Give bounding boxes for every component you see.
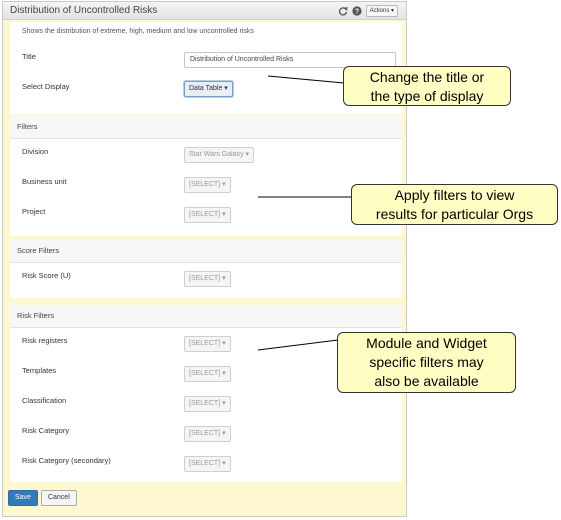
form-footer: Save Cancel [8, 490, 77, 506]
callout-filters-line-2: results for particular Orgs [375, 206, 534, 222]
display-type-dropdown[interactable]: Data Table ▾ [184, 81, 233, 97]
business-unit-dropdown[interactable]: [SELECT] ▾ [184, 177, 231, 193]
refresh-icon[interactable] [338, 6, 348, 16]
risk-score-dropdown[interactable]: [SELECT] ▾ [184, 271, 231, 287]
filters-panel: Filters Division Star Wars Galaxy ▾ Busi… [10, 116, 402, 236]
risk-registers-label: Risk registers [22, 336, 68, 345]
risk-category-secondary-dropdown[interactable]: [SELECT] ▾ [184, 456, 231, 472]
risk-category-secondary-label: Risk Category (secondary) [22, 456, 111, 465]
division-dropdown[interactable]: Star Wars Galaxy ▾ [184, 147, 255, 163]
classification-dropdown[interactable]: [SELECT] ▾ [184, 396, 231, 412]
callout-filters-line-1: Apply filters to view [394, 187, 515, 203]
risk-filters-heading: Risk Filters [10, 305, 402, 328]
score-filters-heading: Score Filters [10, 240, 402, 263]
risk-category-label: Risk Category [22, 426, 70, 435]
callout-title-line-1: Change the title or [369, 69, 485, 85]
templates-label: Templates [22, 366, 57, 375]
widget-titlebar: Distribution of Uncontrolled Risks ? Act… [3, 2, 406, 20]
select-display-label: Select Display [22, 82, 70, 91]
filters-heading: Filters [10, 116, 402, 139]
division-label: Division [22, 147, 49, 156]
actions-button[interactable]: Actions ▾ [365, 5, 398, 17]
callout-module-line-1: Module and Widget [366, 335, 487, 351]
project-dropdown[interactable]: [SELECT] ▾ [184, 207, 231, 223]
help-icon[interactable]: ? [352, 6, 362, 16]
callout-module-line-2: specific filters may [369, 354, 484, 370]
cancel-button[interactable]: Cancel [40, 490, 77, 506]
callout-module-filters: Module and Widget specific filters may a… [337, 332, 516, 393]
titlebar-icons: ? Actions ▾ [338, 5, 398, 17]
callout-title-display: Change the title or the type of display [343, 66, 511, 106]
callout-filters: Apply filters to view results for partic… [351, 184, 558, 225]
templates-dropdown[interactable]: [SELECT] ▾ [184, 366, 231, 382]
project-label: Project [22, 207, 46, 216]
risk-registers-dropdown[interactable]: [SELECT] ▾ [184, 336, 231, 352]
risk-category-dropdown[interactable]: [SELECT] ▾ [184, 426, 231, 442]
widget-description: Shows the distribution of extreme, high,… [22, 28, 254, 35]
callout-title-line-2: the type of display [370, 88, 484, 104]
save-button[interactable]: Save [8, 490, 38, 506]
title-label: Title [22, 52, 36, 61]
classification-label: Classification [22, 396, 67, 405]
risk-score-label: Risk Score (U) [22, 271, 71, 280]
business-unit-label: Business unit [22, 177, 67, 186]
svg-text:?: ? [355, 9, 359, 16]
callout-module-line-3: also be available [374, 373, 479, 389]
widget-title: Distribution of Uncontrolled Risks [10, 5, 158, 16]
score-filters-panel: Score Filters Risk Score (U) [SELECT] ▾ [10, 240, 402, 298]
